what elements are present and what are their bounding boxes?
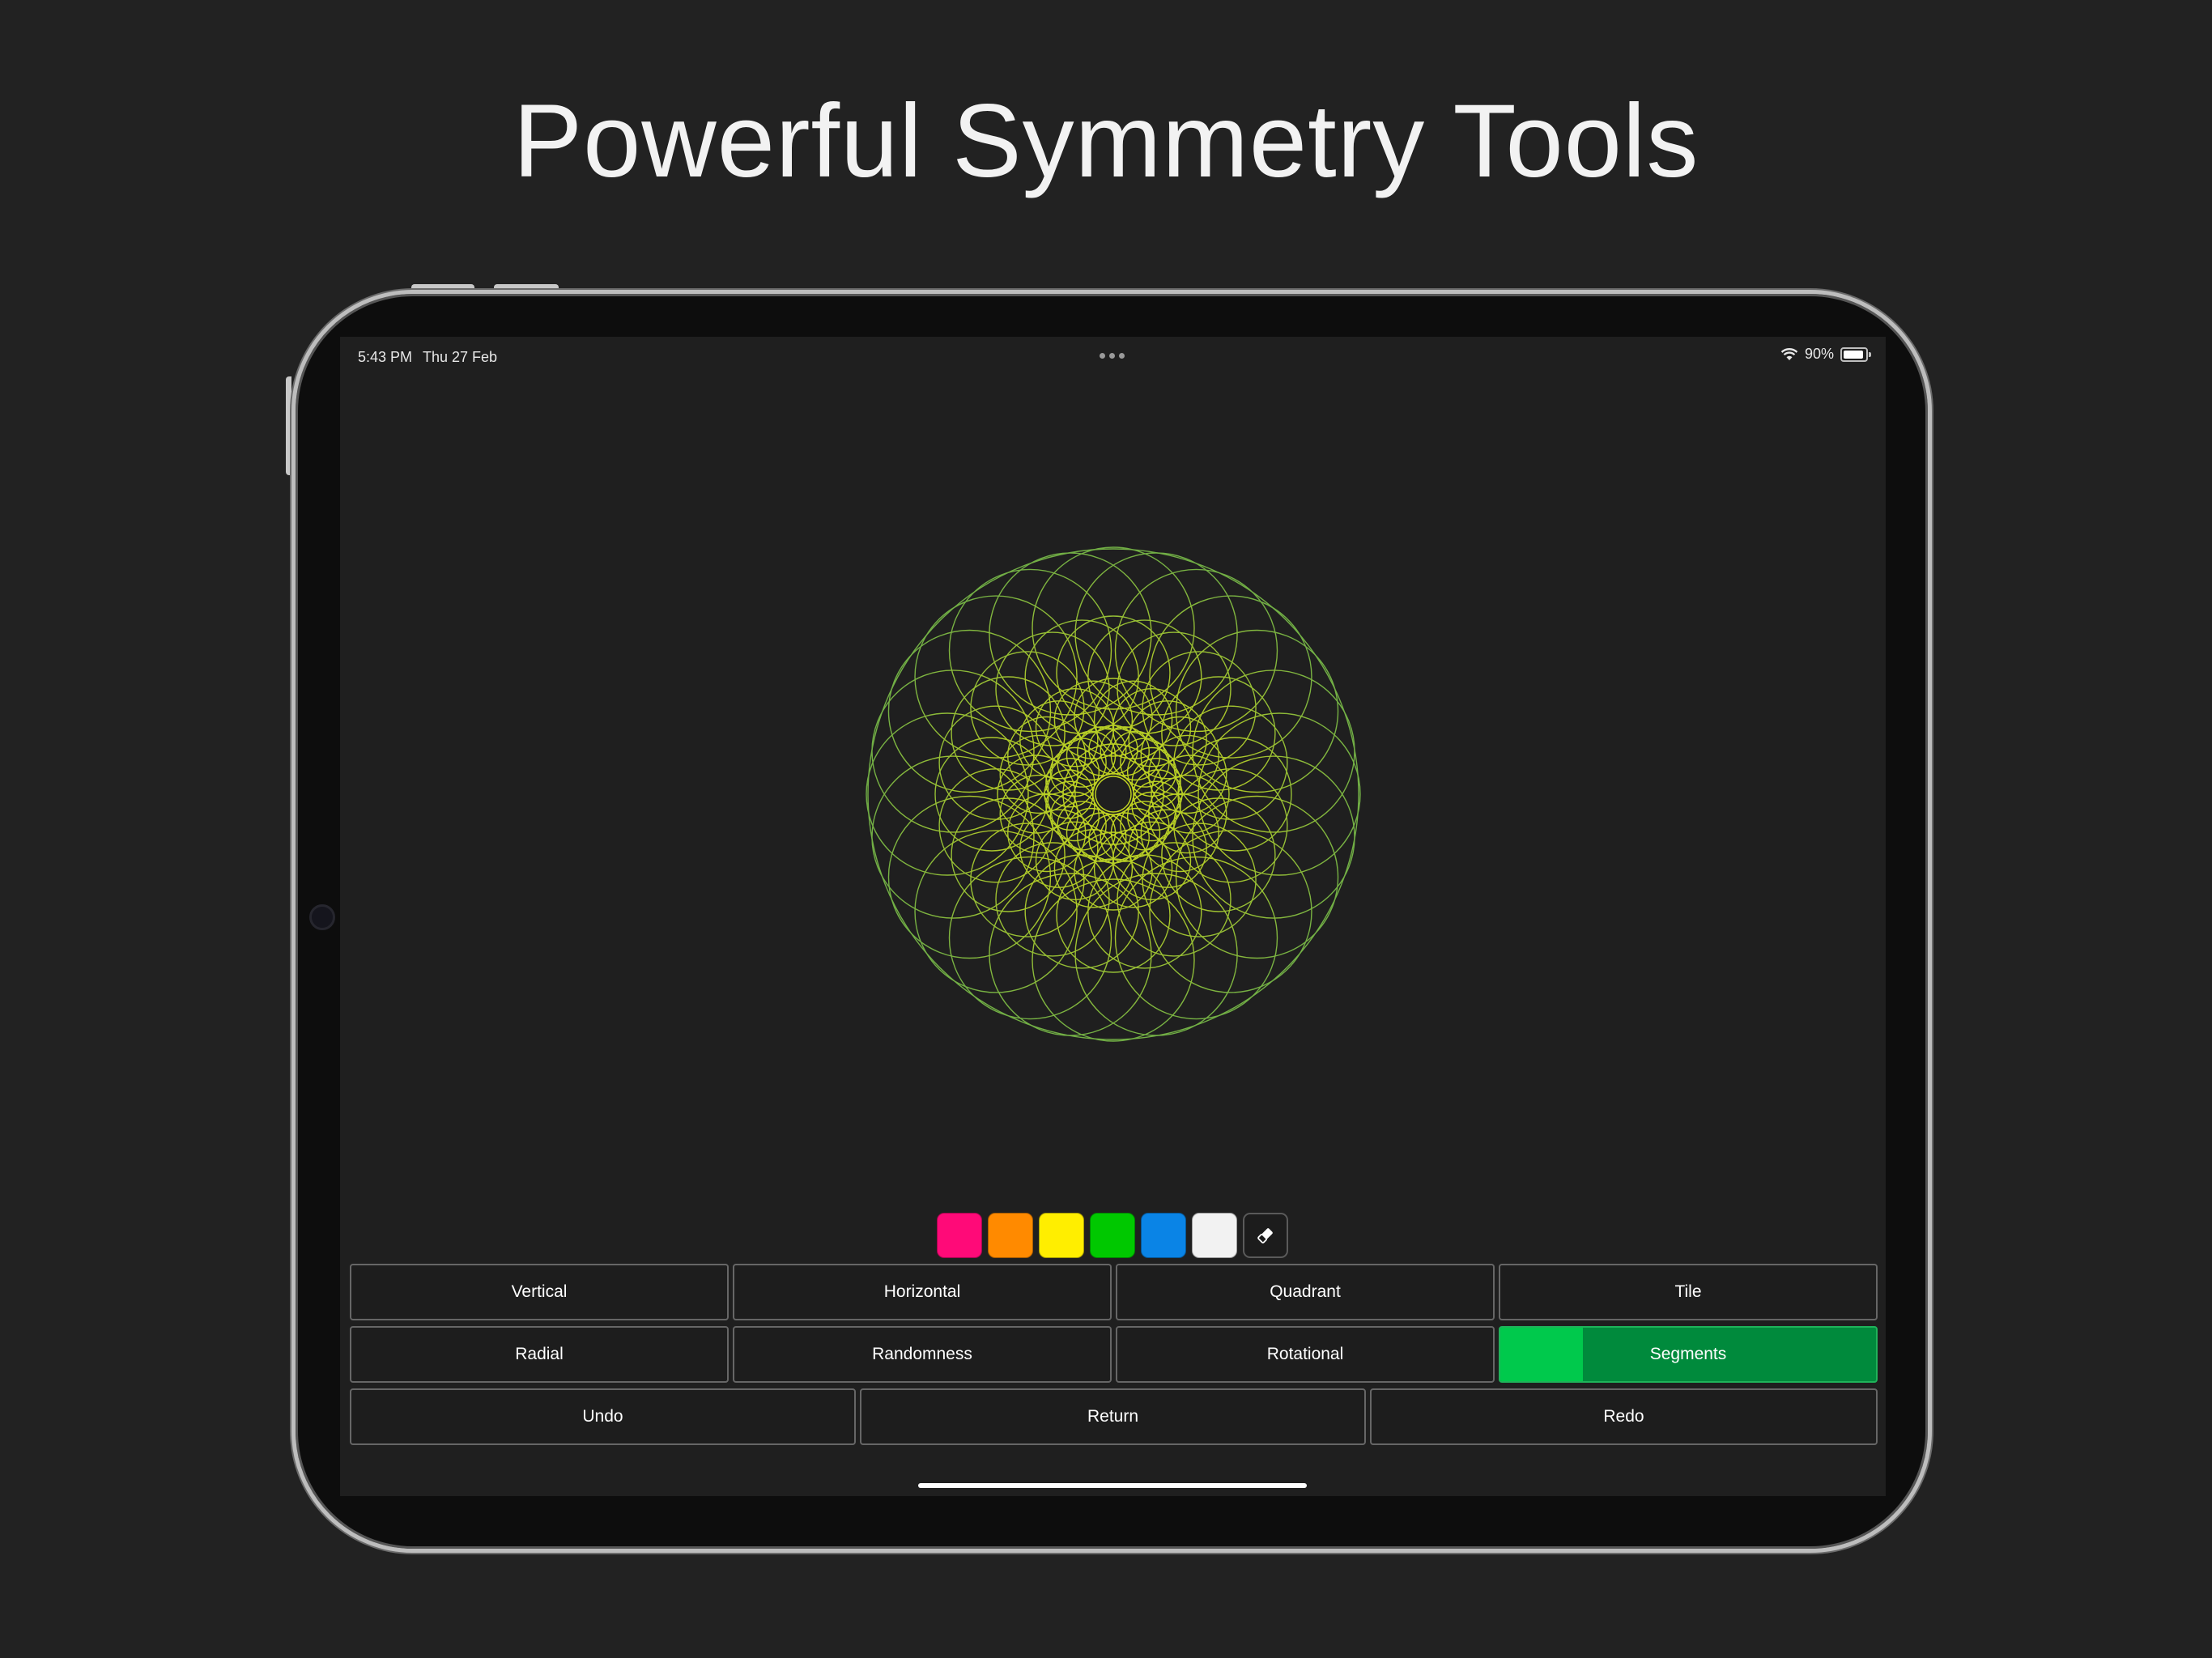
drawing-canvas[interactable]	[858, 539, 1368, 1049]
mandala-mid-petal	[1087, 854, 1202, 969]
radial-label: Radial	[515, 1345, 564, 1363]
mandala-outer-petal	[914, 595, 1078, 759]
headline: Powerful Symmetry Tools	[513, 83, 1699, 199]
rotational-label: Rotational	[1266, 1345, 1344, 1363]
multitasking-dots-icon[interactable]	[1100, 353, 1125, 359]
mandala-outer-petal	[887, 629, 1052, 793]
mandala-outer-petal	[1192, 755, 1355, 919]
mandala-outer-petal	[1149, 830, 1312, 993]
mandala-outer-circle	[867, 548, 1359, 1040]
mandala-inner-petal	[1093, 829, 1173, 908]
color-swatch-green[interactable]	[1090, 1213, 1135, 1258]
return-label: Return	[1087, 1407, 1139, 1426]
undo-label: Undo	[582, 1407, 623, 1426]
mandala-outer-petal	[989, 552, 1152, 716]
mandala-outer-petal	[1175, 795, 1339, 959]
segments-slider[interactable]: Segments	[1499, 1326, 1878, 1383]
vertical-label: Vertical	[511, 1282, 568, 1301]
mandala-outer-petal	[1114, 856, 1278, 1020]
rotational-button[interactable]: Rotational	[1116, 1326, 1495, 1383]
mandala-outer-petal	[1032, 546, 1195, 710]
quadrant-button[interactable]: Quadrant	[1116, 1264, 1495, 1320]
color-swatch-white[interactable]	[1192, 1213, 1237, 1258]
mandala-inner-petal	[1148, 734, 1227, 814]
color-swatch-orange[interactable]	[988, 1213, 1033, 1258]
mandala-outer-petal	[948, 568, 1112, 733]
tile-button[interactable]: Tile	[1499, 1264, 1878, 1320]
mandala-outer-petal	[1074, 552, 1238, 716]
camera	[309, 904, 335, 930]
mandala-inner-petal	[1128, 700, 1207, 780]
segments-label: Segments	[1649, 1345, 1727, 1363]
color-palette	[937, 1213, 1288, 1258]
mandala-drawing	[866, 546, 1361, 1042]
mandala-outer-petal	[887, 795, 1052, 959]
app-screen: 5:43 PM Thu 27 Feb 90% Vertical Horizont…	[340, 337, 1886, 1496]
volume-button	[411, 284, 474, 290]
vertical-button[interactable]: Vertical	[350, 1264, 729, 1320]
mandala-outer-petal	[871, 755, 1035, 919]
eraser-button[interactable]	[1243, 1213, 1288, 1258]
mandala-mid-petal	[1024, 854, 1139, 969]
mandala-outer-petal	[1114, 568, 1278, 733]
randomness-label: Randomness	[872, 1345, 972, 1363]
mandala-mid-petal	[1173, 705, 1288, 820]
mandala-outer-petal	[1074, 873, 1238, 1036]
mandala-outer-petal	[1197, 712, 1361, 876]
mandala-outer-petal	[1192, 670, 1355, 833]
color-swatch-blue[interactable]	[1141, 1213, 1186, 1258]
mandala-inner-petal	[999, 774, 1078, 854]
return-button[interactable]: Return	[860, 1388, 1366, 1445]
home-indicator[interactable]	[918, 1483, 1307, 1488]
color-swatch-yellow[interactable]	[1039, 1213, 1084, 1258]
horizontal-label: Horizontal	[883, 1282, 961, 1301]
power-button	[286, 376, 291, 475]
color-swatch-pink[interactable]	[937, 1213, 982, 1258]
mandala-outer-petal	[1175, 629, 1339, 793]
wifi-icon	[1780, 348, 1798, 360]
mandala-mid-petal	[934, 737, 1049, 852]
tile-label: Tile	[1674, 1282, 1702, 1301]
radial-button[interactable]: Radial	[350, 1326, 729, 1383]
mandala-inner-petal	[1019, 809, 1099, 888]
mandala-center-circle	[1095, 776, 1132, 813]
mandala-outer-petal	[1149, 595, 1312, 759]
mandala-center-ring	[1062, 743, 1164, 845]
mandala-outer-petal	[871, 670, 1035, 833]
mandala-outer-petal	[948, 856, 1112, 1020]
status-time: 5:43 PM	[358, 349, 413, 365]
battery-percent: 90%	[1804, 346, 1834, 362]
mandala-outer-petal	[866, 712, 1029, 876]
mandala-outer-petal	[989, 873, 1152, 1036]
mandala-mid-petal	[1087, 619, 1202, 734]
status-bar: 5:43 PM Thu 27 Feb 90%	[340, 342, 1886, 370]
undo-button[interactable]: Undo	[350, 1388, 856, 1445]
mandala-mid-petal	[1173, 768, 1288, 883]
mandala-mid-petal	[1177, 737, 1292, 852]
redo-button[interactable]: Redo	[1370, 1388, 1878, 1445]
mandala-mid-petal	[1024, 619, 1139, 734]
mandala-inner-petal	[1053, 680, 1134, 759]
mandala-mid-petal	[1056, 615, 1171, 730]
mandala-mid-petal	[1056, 858, 1171, 973]
mandala-inner-petal	[1019, 700, 1099, 780]
redo-label: Redo	[1603, 1407, 1644, 1426]
randomness-button[interactable]: Randomness	[733, 1326, 1112, 1383]
mandala-mid-petal	[938, 705, 1053, 820]
eraser-icon	[1257, 1228, 1273, 1244]
volume-button	[494, 284, 559, 290]
segments-slider-fill[interactable]	[1500, 1328, 1584, 1381]
status-right: 90%	[1780, 346, 1871, 363]
mandala-mid-petal	[938, 768, 1053, 883]
battery-icon	[1840, 346, 1871, 362]
mandala-outer-petal	[1032, 878, 1195, 1042]
horizontal-button[interactable]: Horizontal	[733, 1264, 1112, 1320]
status-date: Thu 27 Feb	[423, 349, 498, 365]
mandala-outer-petal	[914, 830, 1078, 993]
mandala-inner-petal	[1128, 809, 1207, 888]
quadrant-label: Quadrant	[1270, 1282, 1341, 1301]
